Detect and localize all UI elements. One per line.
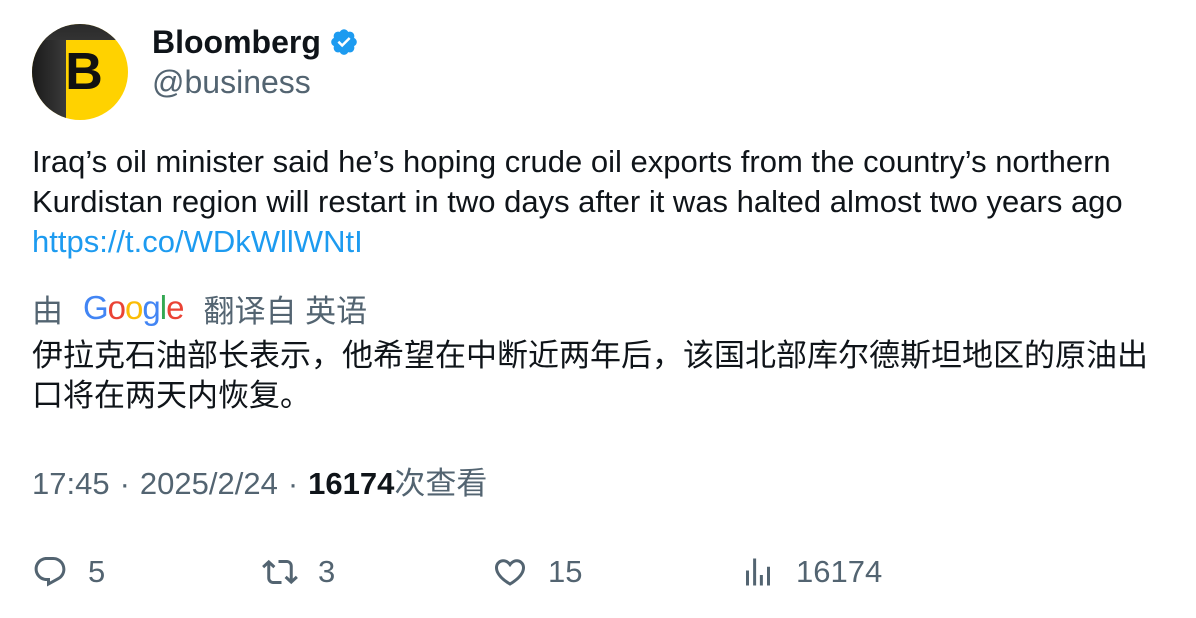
translation-attribution: 由 Google 翻译自 英语 — [32, 288, 368, 329]
views-total: 16174 — [796, 554, 883, 589]
author-handle[interactable]: @business — [152, 62, 311, 102]
tweet-link[interactable]: https://t.co/WDkWllWNtI — [32, 224, 363, 259]
like-button[interactable]: 15 — [492, 552, 582, 592]
tweet-time[interactable]: 17:45 — [32, 464, 110, 504]
views-icon — [746, 558, 770, 586]
tweet-meta: 17:45 · 2025/2/24 · 16174 次查看 — [32, 464, 487, 504]
tweet-body: Iraq’s oil minister said he’s hoping cru… — [32, 144, 1123, 219]
author-name-text: Bloomberg — [152, 24, 321, 60]
translation-prefix: 由 — [32, 293, 63, 329]
author-display-name[interactable]: Bloomberg — [152, 22, 359, 62]
avatar-letter: B — [65, 43, 103, 101]
translated-text: 伊拉克石油部长表示，他希望在中断近两年后，该国北部库尔德斯坦地区的原油出口将在两… — [32, 338, 1148, 414]
retweet-icon — [262, 559, 298, 585]
reply-icon — [34, 557, 66, 587]
views-label: 次查看 — [394, 466, 488, 501]
retweet-button[interactable]: 3 — [262, 552, 335, 592]
google-logo: Google — [83, 289, 184, 326]
like-count: 15 — [548, 554, 583, 589]
tweet-date[interactable]: 2025/2/24 — [140, 464, 278, 504]
translation-suffix: 翻译自 英语 — [203, 293, 368, 329]
verified-badge-icon — [331, 29, 357, 55]
views-count: 16174 — [308, 466, 395, 501]
reply-count: 5 — [88, 554, 106, 589]
like-icon — [494, 559, 526, 586]
retweet-count: 3 — [318, 554, 336, 589]
meta-separator: · — [287, 466, 299, 501]
tweet-text: Iraq’s oil minister said he’s hoping cru… — [32, 142, 1172, 262]
avatar[interactable]: B — [32, 24, 128, 120]
views-button[interactable]: 16174 — [740, 552, 882, 592]
meta-separator: · — [119, 466, 130, 501]
avatar-shadow-top — [32, 24, 128, 40]
reply-button[interactable]: 5 — [32, 552, 105, 592]
